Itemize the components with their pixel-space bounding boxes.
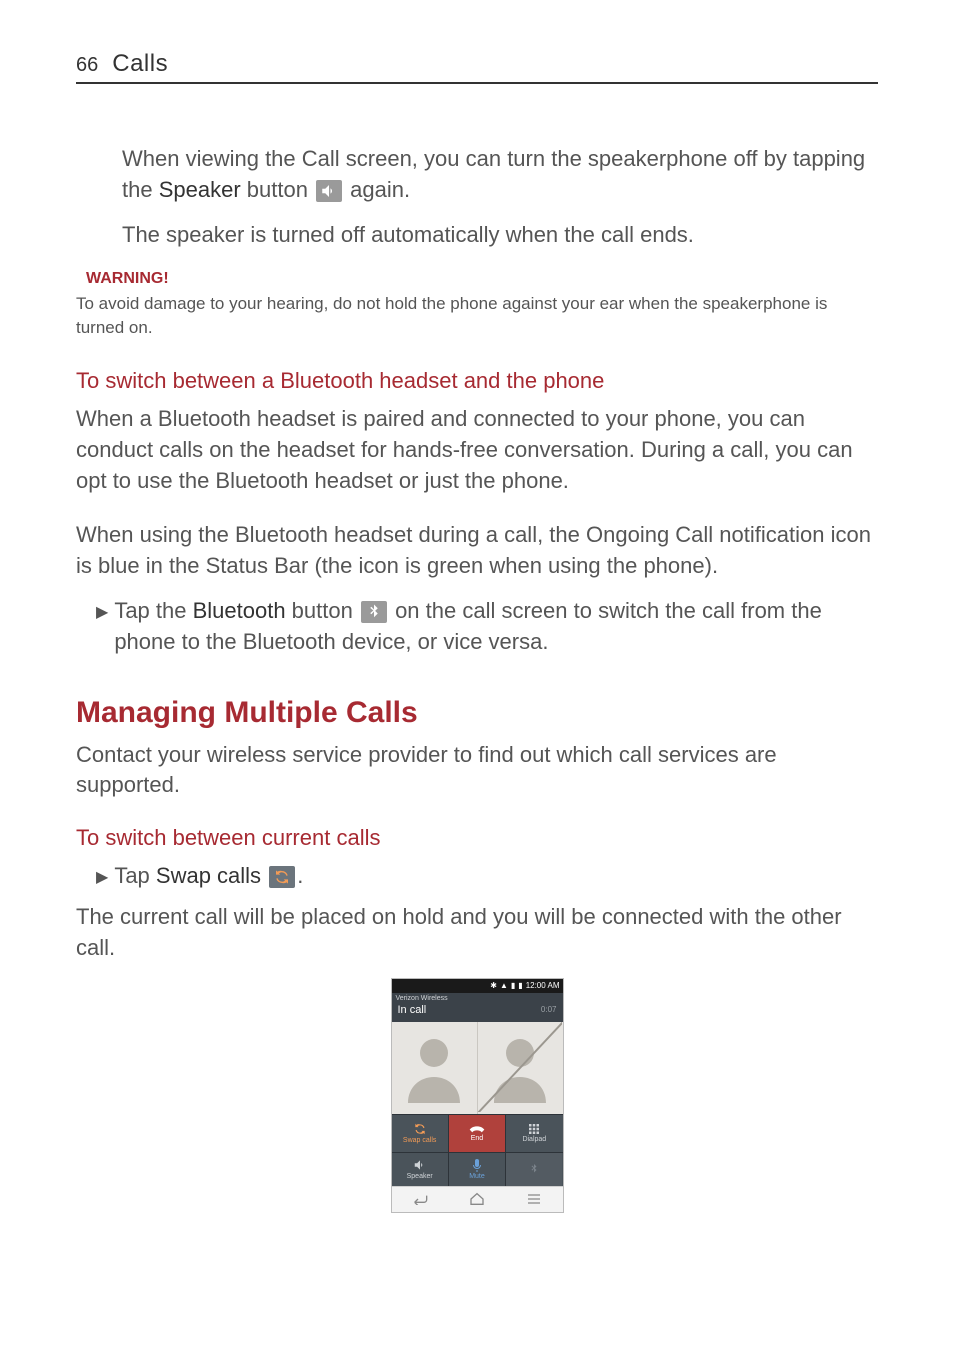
- nav-bar: [392, 1186, 563, 1212]
- warning-label: WARNING!: [86, 270, 878, 288]
- bluetooth-heading: To switch between a Bluetooth headset an…: [76, 368, 878, 394]
- call-button-row-1: Swap calls End Dialpad: [392, 1114, 563, 1152]
- call-duration: 0:07: [541, 1005, 557, 1014]
- swap-calls-label: Swap calls: [156, 863, 261, 888]
- speaker-button[interactable]: Speaker: [392, 1153, 449, 1186]
- menu-button[interactable]: [506, 1187, 563, 1212]
- swap-calls-button[interactable]: Swap calls: [392, 1115, 449, 1152]
- avatar-icon: [490, 1033, 550, 1103]
- warning-text: To avoid damage to your hearing, do not …: [76, 292, 878, 340]
- signal-status-icon: ▮: [511, 981, 515, 990]
- mute-icon: [471, 1158, 483, 1172]
- dialpad-button[interactable]: Dialpad: [506, 1115, 562, 1152]
- battery-status-icon: ▮: [518, 981, 522, 990]
- speaker-icon: [316, 180, 342, 202]
- bluetooth-label: Bluetooth: [193, 598, 286, 623]
- swap-calls-bullet: ▶ Tap Swap calls .: [96, 861, 878, 892]
- mute-button[interactable]: Mute: [449, 1153, 506, 1186]
- bluetooth-icon: [528, 1162, 540, 1176]
- home-icon: [469, 1192, 485, 1206]
- bluetooth-button[interactable]: [506, 1153, 562, 1186]
- speaker-label: Speaker: [159, 177, 241, 202]
- avatar-icon: [404, 1033, 464, 1103]
- speaker-icon: [413, 1158, 427, 1172]
- back-button[interactable]: [392, 1187, 449, 1212]
- menu-icon: [526, 1193, 542, 1205]
- section-title: Calls: [112, 50, 168, 78]
- end-call-icon: [469, 1124, 485, 1134]
- bluetooth-icon: [361, 601, 387, 623]
- page-number: 66: [76, 54, 98, 77]
- carrier-label: Verizon Wireless: [392, 993, 563, 1002]
- speaker-off-paragraph: When viewing the Call screen, you can tu…: [122, 144, 878, 206]
- managing-heading: Managing Multiple Calls: [76, 696, 878, 730]
- bluetooth-status-icon: ✱: [490, 981, 497, 990]
- bluetooth-bullet: ▶ Tap the Bluetooth button on the call s…: [96, 596, 878, 658]
- wifi-status-icon: ▲: [500, 981, 508, 990]
- call-state-label: In call: [398, 1004, 427, 1016]
- managing-p1: Contact your wireless service provider t…: [76, 740, 878, 802]
- status-time: 12:00 AM: [526, 981, 560, 990]
- switch-calls-heading: To switch between current calls: [76, 825, 878, 851]
- home-button[interactable]: [449, 1187, 506, 1212]
- call-button-row-2: Speaker Mute: [392, 1152, 563, 1186]
- bluetooth-p1: When a Bluetooth headset is paired and c…: [76, 404, 878, 496]
- end-call-button[interactable]: End: [449, 1115, 506, 1152]
- speaker-auto-off-paragraph: The speaker is turned off automatically …: [122, 220, 878, 251]
- in-call-screenshot: ✱ ▲ ▮ ▮ 12:00 AM Verizon Wireless In cal…: [391, 978, 564, 1213]
- back-icon: [412, 1193, 428, 1205]
- bullet-icon: ▶: [96, 602, 108, 622]
- bullet-icon: ▶: [96, 867, 108, 887]
- swap-calls-icon: [269, 866, 295, 888]
- contact-area: [392, 1022, 563, 1114]
- page-header: 66 Calls: [76, 50, 878, 84]
- contact-active: [392, 1022, 477, 1114]
- dialpad-icon: [528, 1123, 540, 1135]
- contact-hold: [477, 1022, 563, 1114]
- swap-icon: [413, 1122, 427, 1136]
- status-bar: ✱ ▲ ▮ ▮ 12:00 AM: [392, 979, 563, 993]
- bluetooth-p2: When using the Bluetooth headset during …: [76, 520, 878, 582]
- swap-calls-result: The current call will be placed on hold …: [76, 902, 878, 964]
- in-call-row: In call 0:07: [392, 1002, 563, 1022]
